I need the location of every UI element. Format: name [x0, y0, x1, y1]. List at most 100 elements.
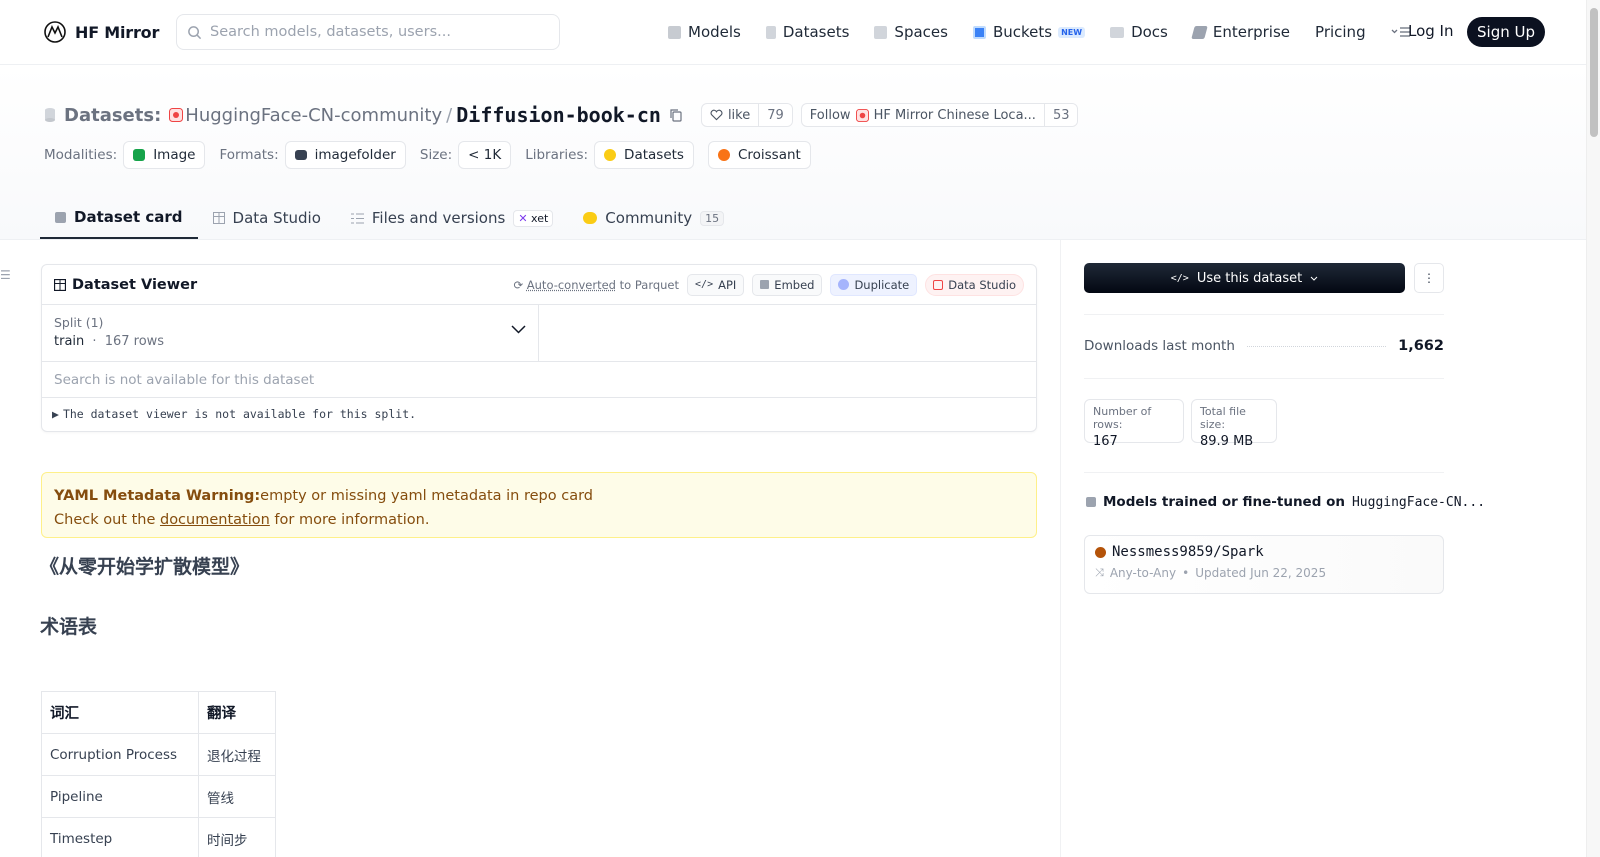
split-selector[interactable]: Split (1) train · 167 rows	[42, 305, 539, 361]
tab-files-and-versions[interactable]: Files and versions ✕ xet	[336, 197, 568, 239]
modality-tag[interactable]: Image	[123, 141, 206, 169]
split-label: Split (1)	[54, 315, 104, 330]
size-tag[interactable]: < 1K	[458, 141, 512, 169]
viewer-unavailable-details[interactable]: ▶ The dataset viewer is not available for…	[42, 398, 1036, 430]
auto-converted-link[interactable]: Auto-converted	[527, 278, 616, 292]
file-size-stat-label: Total file size:	[1200, 405, 1246, 431]
duplicate-button[interactable]: Duplicate	[830, 273, 918, 296]
rows-stat-label: Number of rows:	[1093, 405, 1152, 431]
cube-icon	[668, 25, 681, 39]
community-count: 15	[700, 210, 725, 226]
files-icon	[350, 213, 364, 223]
auto-converted-note[interactable]: ⟳ Auto-converted to Parquet	[513, 278, 679, 292]
hf-logo-icon	[44, 21, 66, 43]
modalities-label: Modalities:	[44, 147, 118, 163]
repo-org-link[interactable]: HuggingFace-CN-community	[185, 105, 442, 126]
model-name[interactable]: Nessmess9859/Spark	[1112, 544, 1264, 560]
warning-line-1: YAML Metadata Warning:empty or missing y…	[54, 484, 1024, 508]
model-meta: ⤨ Any-to-Any • Updated Jun 22, 2025	[1095, 566, 1433, 580]
tab-data-studio-label: Data Studio	[232, 209, 321, 227]
code-icon: </>	[1170, 272, 1189, 284]
models-trained-heading: Models trained or fine-tuned on HuggingF…	[1086, 494, 1485, 510]
tab-dataset-card[interactable]: Dataset card	[40, 197, 198, 239]
api-button[interactable]: </> API	[687, 273, 745, 296]
table-row: Timestep 时间步	[41, 817, 276, 857]
sidebar-divider	[1060, 240, 1061, 857]
signup-button[interactable]: Sign Up	[1467, 17, 1545, 47]
page-scrollbar[interactable]	[1586, 0, 1600, 857]
scrollbar-thumb[interactable]	[1590, 8, 1598, 137]
follow-button[interactable]: Follow HF Mirror Chinese Loca... 53	[800, 103, 1079, 127]
formats-label: Formats:	[219, 147, 279, 163]
duplicate-icon	[838, 279, 850, 290]
data-studio-label: Data Studio	[948, 277, 1016, 292]
repo-name[interactable]: Diffusion-book-cn	[456, 103, 661, 127]
login-link[interactable]: Log In	[1408, 22, 1454, 40]
table-cell: 管线	[198, 775, 276, 818]
table-row: Pipeline 管线	[41, 775, 276, 818]
bucket-icon	[972, 25, 986, 39]
nav-models-label: Models	[688, 23, 741, 41]
nav-datasets[interactable]: Datasets	[765, 23, 849, 41]
repo-type-label[interactable]: Datasets:	[64, 105, 161, 126]
data-studio-button[interactable]: Data Studio	[925, 273, 1024, 296]
viewer-title: Dataset Viewer	[54, 277, 197, 293]
cube-icon	[1086, 497, 1096, 507]
repo-title-row: Datasets: HuggingFace-CN-community / Dif…	[44, 103, 1079, 127]
search-box[interactable]	[176, 14, 560, 50]
nav-enterprise[interactable]: Enterprise	[1191, 23, 1291, 41]
table-icon	[54, 278, 66, 291]
nav-enterprise-label: Enterprise	[1212, 23, 1291, 41]
viewer-actions: ⟳ Auto-converted to Parquet </> API Embed…	[513, 273, 1024, 296]
viewer-search-unavailable: Search is not available for this dataset	[42, 362, 1036, 398]
model-card[interactable]: Nessmess9859/Spark ⤨ Any-to-Any • Update…	[1084, 535, 1444, 594]
vertical-dots-icon: ⋮	[1423, 271, 1435, 285]
path-separator: /	[446, 104, 453, 126]
libraries-label: Libraries:	[525, 147, 589, 163]
nav-pricing[interactable]: Pricing	[1315, 23, 1366, 41]
tab-data-studio[interactable]: Data Studio	[198, 197, 336, 239]
table-cell: Timestep	[41, 817, 199, 857]
warning-line2-pre: Check out the	[54, 512, 160, 528]
cube-icon	[55, 211, 66, 223]
file-size-stat[interactable]: Total file size: 89.9 MB	[1191, 399, 1277, 449]
library-tag-datasets[interactable]: Datasets	[594, 141, 694, 169]
folder-icon	[294, 150, 307, 160]
copy-icon[interactable]	[669, 108, 683, 122]
community-icon	[583, 212, 598, 224]
like-button[interactable]: like 79	[700, 103, 793, 127]
nav-spaces[interactable]: Spaces	[874, 23, 948, 41]
brand-logo[interactable]: HF Mirror	[43, 20, 159, 44]
table-header-row: 词汇 翻译	[41, 691, 276, 734]
caret-right-icon: ▶	[52, 407, 59, 421]
warning-line2-post: for more information.	[269, 512, 430, 528]
tab-community[interactable]: Community 15	[568, 197, 739, 239]
models-trained-label: Models trained or fine-tuned on	[1103, 494, 1345, 510]
format-tag[interactable]: imagefolder	[284, 141, 406, 169]
search-input[interactable]	[210, 24, 540, 40]
split-value: train · 167 rows	[54, 334, 526, 349]
use-this-dataset-button[interactable]: </> Use this dataset	[1084, 263, 1405, 293]
dataset-viewer: Dataset Viewer ⟳ Auto-converted to Parqu…	[41, 264, 1037, 432]
database-icon	[45, 108, 55, 122]
header-divider	[0, 239, 1586, 240]
nav-buckets[interactable]: Buckets NEW	[972, 23, 1086, 41]
like-count: 79	[758, 104, 792, 126]
viewer-header: Dataset Viewer ⟳ Auto-converted to Parqu…	[42, 265, 1036, 305]
toc-toggle-icon[interactable]: ☰	[0, 268, 11, 282]
format-tag-label: imagefolder	[314, 147, 396, 163]
yaml-warning: YAML Metadata Warning:empty or missing y…	[41, 472, 1037, 538]
card-heading-2: 术语表	[40, 616, 98, 638]
warning-line-2: Check out the documentation for more inf…	[54, 508, 1024, 532]
follow-org: HF Mirror Chinese Loca...	[873, 107, 1036, 123]
more-options-button[interactable]: ⋮	[1414, 263, 1444, 293]
nav-docs[interactable]: Docs	[1110, 23, 1168, 41]
library-tag-croissant[interactable]: Croissant	[707, 141, 811, 169]
documentation-link[interactable]: documentation	[160, 512, 270, 528]
rows-stat[interactable]: Number of rows: 167	[1084, 399, 1184, 449]
repo-tabs: Dataset card Data Studio Files and versi…	[40, 197, 739, 239]
embed-button[interactable]: Embed	[752, 273, 823, 296]
sidebar-separator	[1084, 378, 1444, 379]
xet-badge: ✕ xet	[513, 209, 554, 227]
nav-models[interactable]: Models	[668, 23, 741, 41]
